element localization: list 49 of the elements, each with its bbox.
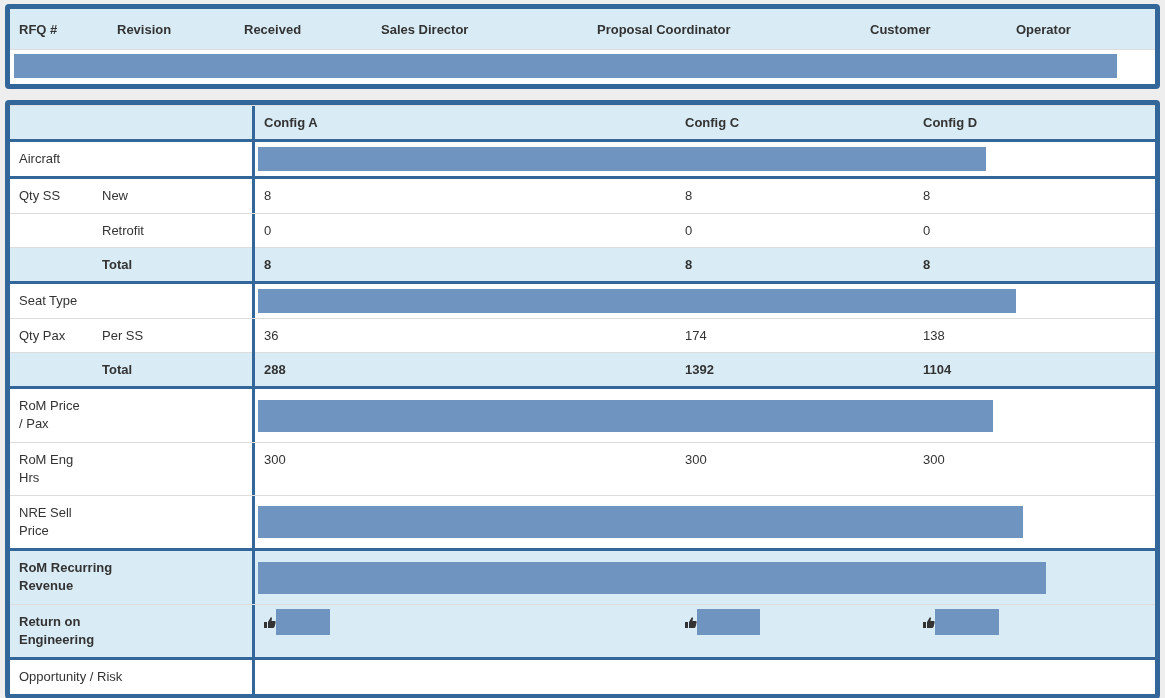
table-cell-text: 300 <box>263 451 287 469</box>
redacted-block <box>276 609 330 635</box>
row-label: NRE Sell Price <box>19 505 72 538</box>
column-header: Sales Director <box>380 21 470 37</box>
table-cell-text: 138 <box>922 327 946 345</box>
row-sublabel: Per SS <box>102 328 144 343</box>
row-sublabel: Total <box>102 362 133 377</box>
thumbs-up-icon <box>923 617 935 628</box>
table-cell-text: 1392 <box>684 361 715 379</box>
table-cell-text: 8 <box>922 256 932 274</box>
row-sublabel: New <box>102 188 128 203</box>
row-sublabel: Total <box>102 257 133 272</box>
column-header: Config A <box>263 114 319 132</box>
redacted-block <box>697 609 760 635</box>
table-cell-text: 8 <box>263 187 273 205</box>
table-cell-text: 300 <box>922 451 946 469</box>
table-cell-text: 8 <box>684 256 694 274</box>
row-label: RoM Eng Hrs <box>19 452 74 485</box>
column-header: Config C <box>684 114 741 132</box>
column-header: Config D <box>922 114 979 132</box>
table-cell-text: 8 <box>263 256 273 274</box>
row-label: Qty Pax <box>19 328 66 343</box>
row-label: RoM Recurring Revenue <box>19 560 113 593</box>
column-header: Revision <box>116 21 173 37</box>
row-label: Return on Engineering <box>19 614 95 647</box>
column-header: Customer <box>869 21 932 37</box>
row-label: Qty SS <box>19 188 61 203</box>
table-cell-text: 288 <box>263 361 287 379</box>
table-cell-text: 36 <box>263 327 280 345</box>
table-cell-text: 174 <box>684 327 708 345</box>
column-header: Received <box>243 21 303 37</box>
row-sublabel: Retrofit <box>102 223 144 238</box>
table-cell-text: 1104 <box>922 361 953 379</box>
column-header: Operator <box>1015 21 1072 37</box>
table-cell-text: 0 <box>684 222 694 240</box>
table-cell-text: 8 <box>922 187 932 205</box>
table-cell-text: 0 <box>263 222 273 240</box>
row-label: Aircraft <box>19 151 61 166</box>
row-label: Opportunity / Risk <box>19 669 123 684</box>
thumbs-up-icon <box>685 617 697 628</box>
redacted-block <box>935 609 999 635</box>
row-label: RoM Price / Pax <box>19 398 80 431</box>
table-cell-text: 300 <box>684 451 708 469</box>
table-cell-text: 0 <box>922 222 932 240</box>
column-header: RFQ # <box>18 21 59 37</box>
row-label: Seat Type <box>19 293 78 308</box>
column-header: Proposal Coordinator <box>596 21 732 37</box>
table-cell-text: 8 <box>684 187 694 205</box>
thumbs-up-icon <box>264 617 276 628</box>
